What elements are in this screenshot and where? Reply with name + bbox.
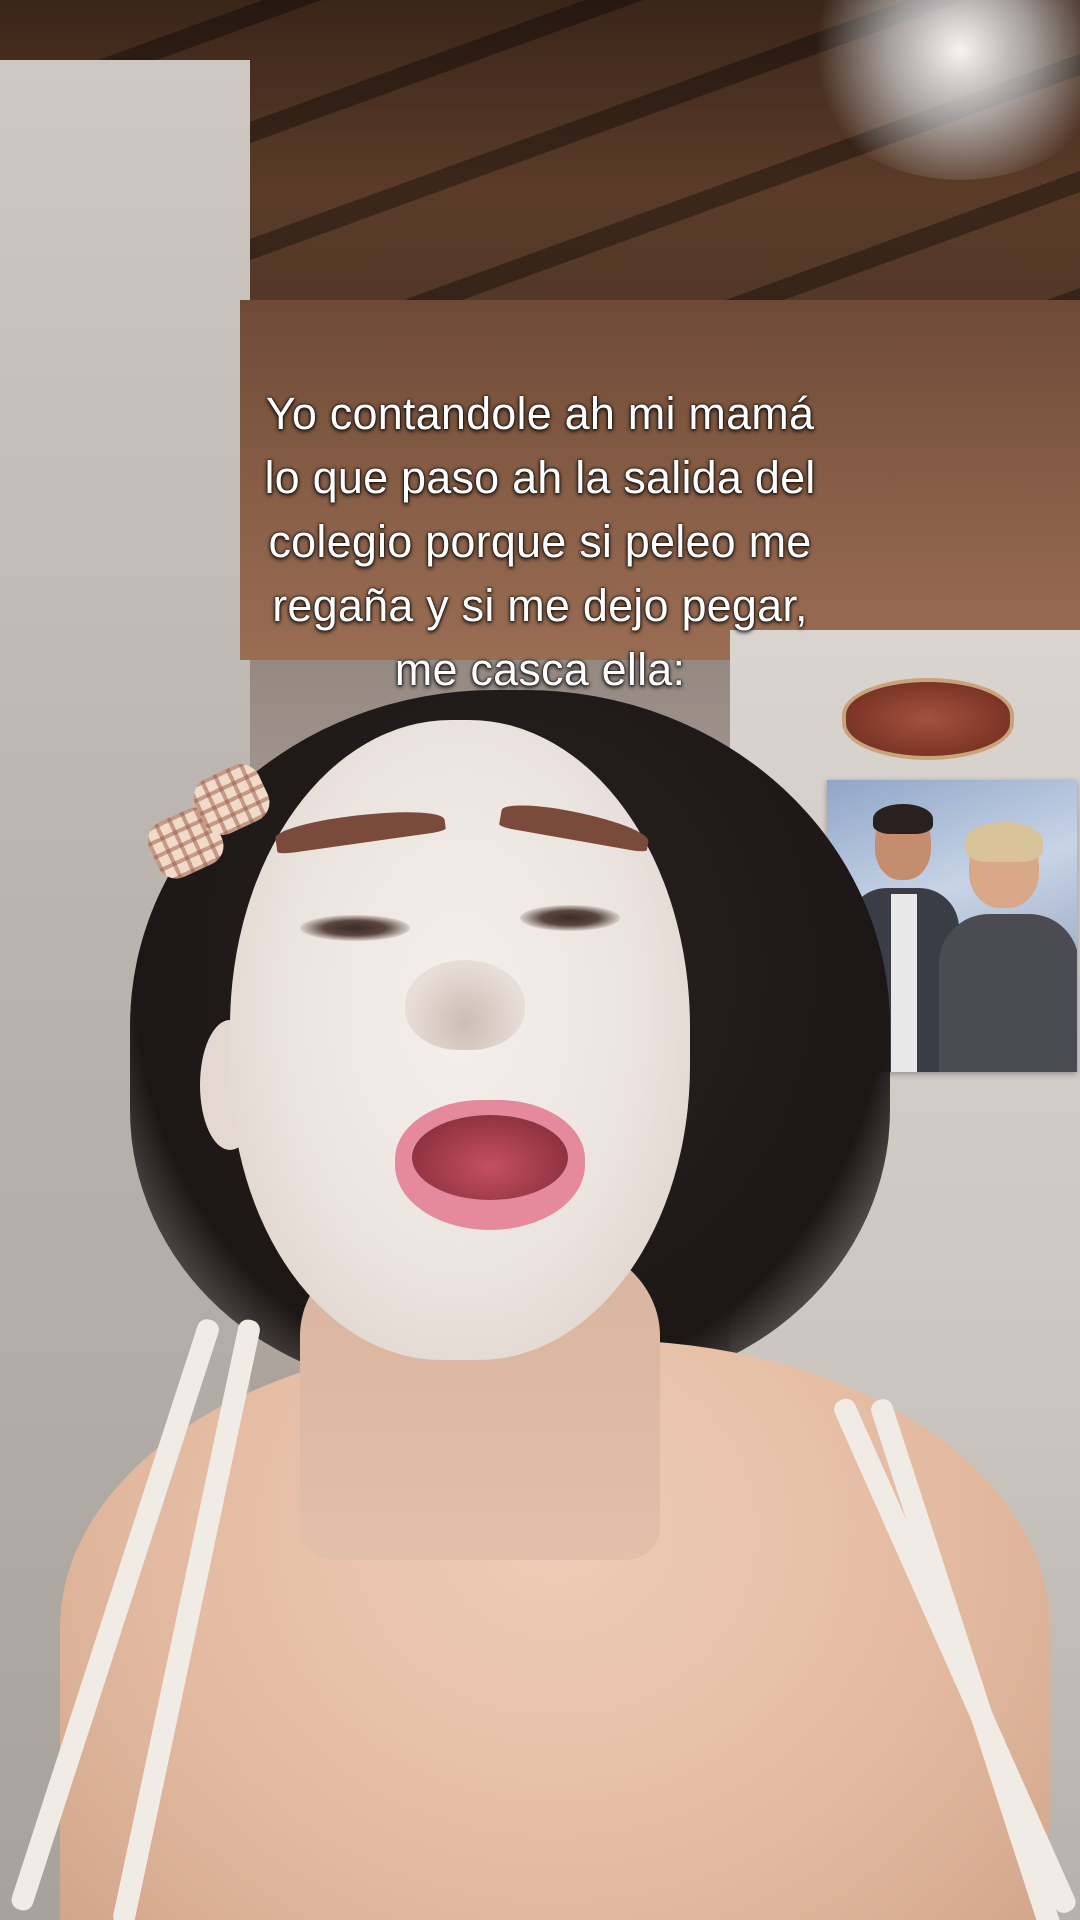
- caption-line: lo que paso ah la salida del: [264, 452, 816, 503]
- caption-line: me casca ella:: [394, 644, 686, 695]
- person-mouth-inner: [412, 1115, 568, 1200]
- photo-person-right: [939, 822, 1077, 1072]
- left-eye: [300, 915, 410, 941]
- caption-text: Yo contandole ah mi mamá lo que paso ah …: [140, 382, 940, 702]
- right-eye: [520, 905, 620, 931]
- caption-line: colegio porque si peleo me: [268, 516, 812, 567]
- caption-line: Yo contandole ah mi mamá: [265, 388, 815, 439]
- person-nose: [405, 960, 525, 1050]
- caption-line: regaña y si me dejo pegar,: [272, 580, 808, 631]
- video-frame: Yo contandole ah mi mamá lo que paso ah …: [0, 0, 1080, 1920]
